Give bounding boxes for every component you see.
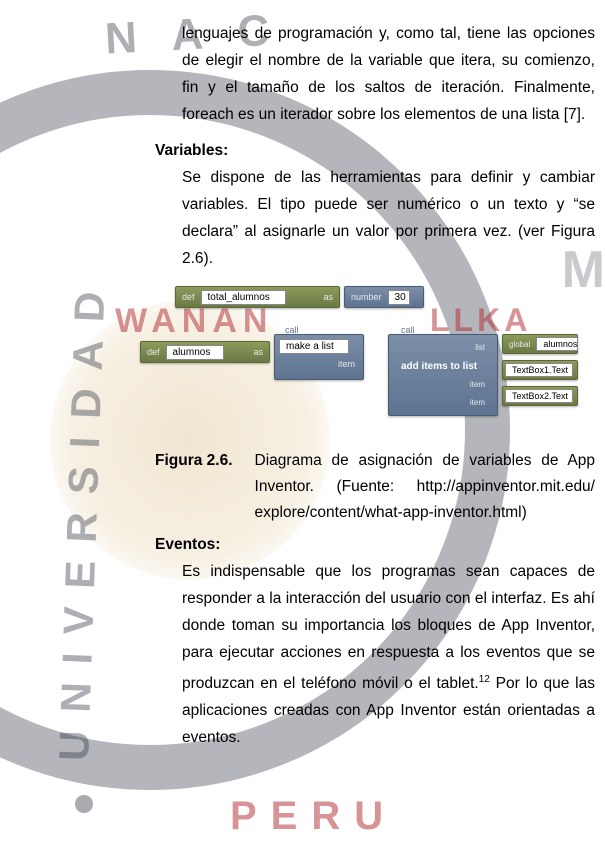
block-def-total: def total_alumnos as xyxy=(175,286,340,308)
var-name-alumnos: alumnos xyxy=(166,345,224,360)
var-name-field: total_alumnos xyxy=(201,290,286,305)
block-add-items: call list add items to list item item xyxy=(388,334,498,416)
figure-caption-text: Diagrama de asignación de variables de A… xyxy=(255,448,595,526)
footnote-ref: 12 xyxy=(479,674,490,685)
page-content: lenguajes de programación y, como tal, t… xyxy=(0,0,605,751)
figure-label: Figura 2.6. xyxy=(155,448,255,526)
number-value-field: 30 xyxy=(388,290,410,305)
figure-2-6-diagram: def total_alumnos as number 30 def alumn… xyxy=(140,286,580,436)
block-make-list: call make a list item xyxy=(274,334,364,380)
block-textbox1: TextBox1.Text xyxy=(502,360,578,380)
block-textbox2: TextBox2.Text xyxy=(502,386,578,406)
watermark-peru: PERU xyxy=(230,794,397,839)
eventos-paragraph: Es indispensable que los programas sean … xyxy=(182,558,595,751)
figure-caption: Figura 2.6. Diagrama de asignación de va… xyxy=(155,448,595,526)
block-def-alumnos: def alumnos as xyxy=(140,341,270,363)
block-global-alumnos: global alumnos xyxy=(502,334,578,354)
make-list-label: make a list xyxy=(279,339,349,354)
variables-paragraph: Se dispone de las herramientas para defi… xyxy=(182,164,595,272)
block-number: number 30 xyxy=(344,286,424,308)
eventos-heading: Eventos: xyxy=(155,536,605,554)
variables-heading: Variables: xyxy=(155,142,605,160)
intro-continuation-paragraph: lenguajes de programación y, como tal, t… xyxy=(182,20,595,128)
